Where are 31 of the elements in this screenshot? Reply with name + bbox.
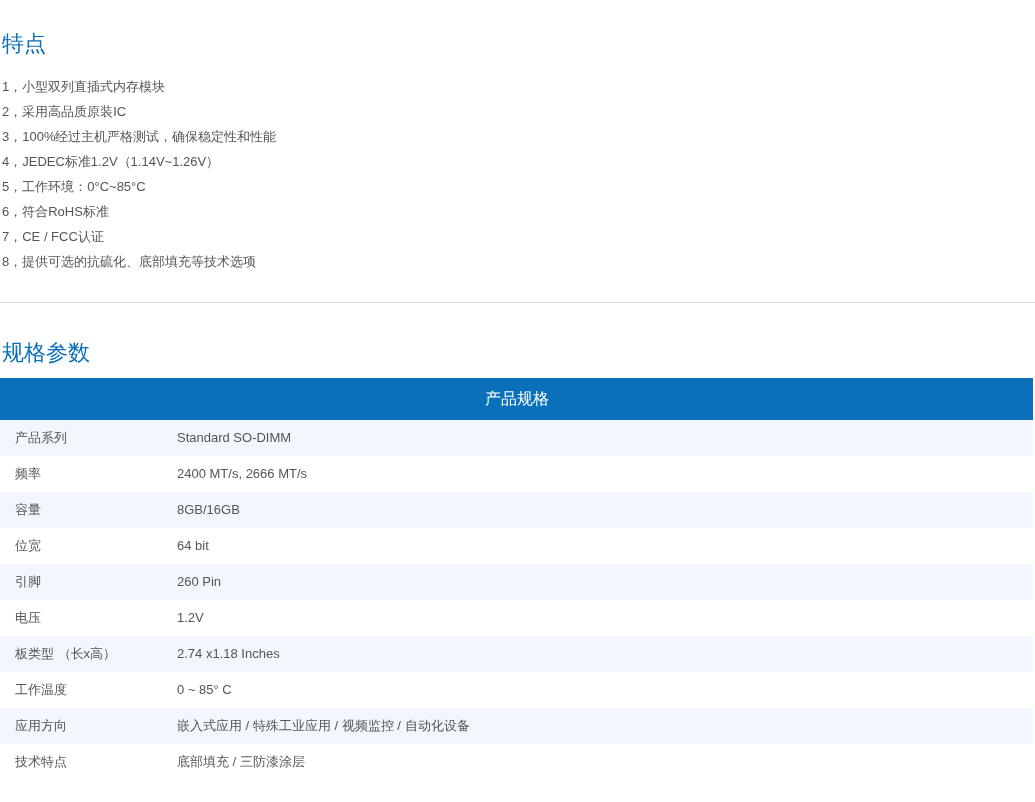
table-cell-text: 应用方向 <box>14 717 68 736</box>
table-cell-text: 板类型 （长x高） <box>14 645 118 664</box>
section-heading: 规格参数 <box>1 339 90 367</box>
feature-item: 5，工作环境：0°C~85°C <box>2 178 146 196</box>
table-cell-text: Standard SO-DIMM <box>177 429 292 448</box>
feature-item: 6，符合RoHS标准 <box>2 203 109 221</box>
table-cell-text: 容量 <box>14 501 42 520</box>
feature-item: 7，CE / FCC认证 <box>2 228 104 246</box>
feature-item: 2，采用高品质原装IC <box>2 103 127 121</box>
table-cell-text: 2.74 x1.18 Inches <box>177 645 280 664</box>
feature-item: 4，JEDEC标准1.2V（1.14V~1.26V） <box>2 153 220 171</box>
table-cell-text: 底部填充 / 三防漆涂层 <box>177 753 305 772</box>
section-heading: 特点 <box>1 30 46 58</box>
feature-item: 8，提供可选的抗硫化、底部填充等技术选项 <box>2 253 257 271</box>
table-cell-text: 1.2V <box>177 609 204 628</box>
feature-item: 3，100%经过主机严格测试，确保稳定性和性能 <box>2 128 277 146</box>
table-cell-text: 2400 MT/s, 2666 MT/s <box>177 465 308 484</box>
table-cell-text: 技术特点 <box>14 753 68 772</box>
table-cell-text: 64 bit <box>177 537 209 556</box>
table-cell-text: 嵌入式应用 / 特殊工业应用 / 视频监控 / 自动化设备 <box>177 717 470 736</box>
table-cell-text: 0 ~ 85° C <box>177 681 232 700</box>
feature-item: 1，小型双列直插式内存模块 <box>2 78 166 96</box>
table-cell-text: 260 Pin <box>177 573 222 592</box>
table-cell-text: 产品系列 <box>14 429 68 448</box>
table-header: 产品规格 <box>0 378 1033 420</box>
table-cell-text: 引脚 <box>14 573 42 592</box>
table-cell-text: 工作温度 <box>14 681 68 700</box>
table-cell-text: 8GB/16GB <box>177 501 240 520</box>
table-cell-text: 位宽 <box>14 537 42 556</box>
table-cell-text: 电压 <box>14 609 42 628</box>
table-cell-text: 频率 <box>14 465 42 484</box>
